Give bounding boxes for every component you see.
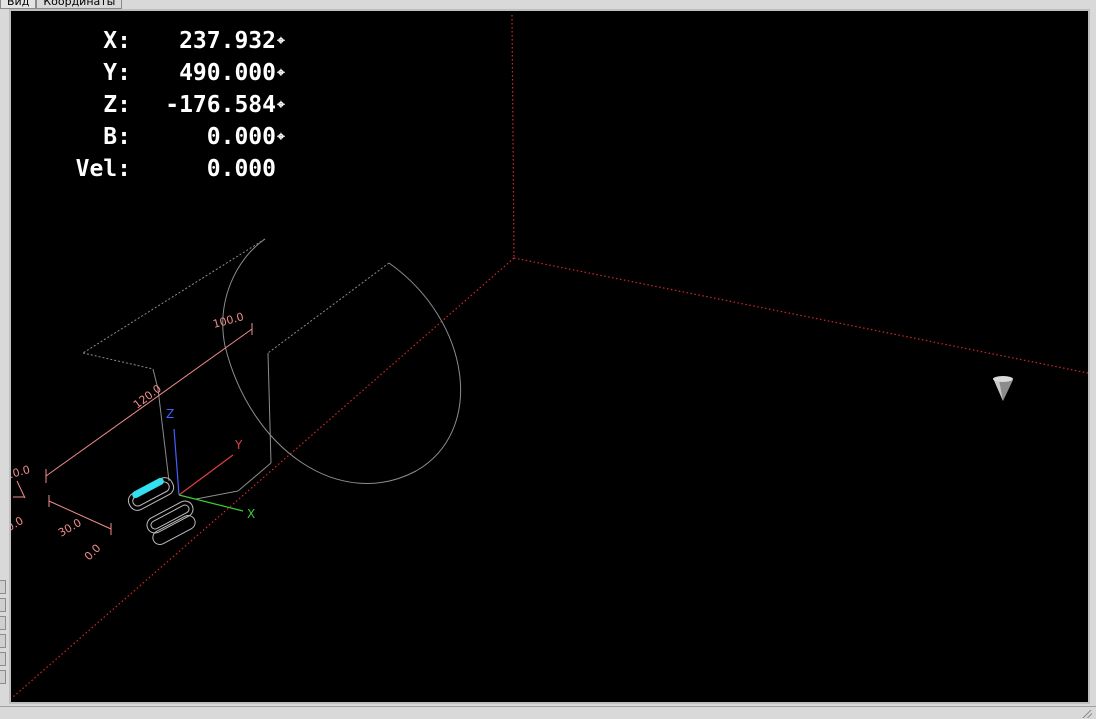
side-tab-stub[interactable] [0,616,6,630]
dro-row-y: Y: 490.000 ⌖ [51,57,291,89]
tab-view[interactable]: Вид [0,0,37,9]
axis-y-line [178,454,234,496]
homed-icon: ⌖ [277,129,285,145]
tool-body-base [152,514,196,546]
dro-axis-label: Z: [103,92,131,118]
path-segment [157,388,170,482]
dro-value: 490.000 [179,60,276,86]
dro-value: 0.000 [206,156,276,182]
axis-y-label: Y [234,438,243,452]
path-segment [82,352,154,370]
origin-axes [173,428,244,512]
toolpath-outline [82,238,462,500]
status-bar [0,706,1096,719]
side-tab-stub[interactable] [0,652,6,666]
dim-label-zero: 0.0 [82,542,104,564]
dro-value: -176.584 [165,92,276,118]
3d-preview-viewport[interactable]: 100.0 120.0 10.0 80.0 30.0 0.0 Z Y X X: … [9,9,1090,704]
dro-row-b: B: 0.000 ⌖ [51,121,291,153]
axis-z-label: Z [166,407,174,421]
dro-row-velocity: Vel: 0.000 [51,153,291,185]
tool-cone-icon [993,376,1013,401]
dro-axis-label: X: [103,28,131,54]
dimension-labels: 100.0 120.0 10.0 80.0 30.0 0.0 [11,310,245,563]
path-segment [237,462,272,492]
homed-icon: ⌖ [277,97,285,113]
side-tab-stub[interactable] [0,580,6,594]
axis-z-line [173,428,180,496]
dro-axis-label: B: [103,124,131,150]
limit-edge-vertical [511,14,515,259]
arc-path [222,238,462,484]
path-segment [82,238,266,354]
dim-label-left-a: 10.0 [11,463,31,482]
dro-row-x: X: 237.932 ⌖ [51,25,291,57]
dim-label-bottom: 30.0 [56,516,84,540]
dim-line-left [16,480,26,499]
tool-wireframe [127,477,196,546]
dro-row-z: Z: -176.584 ⌖ [51,89,291,121]
path-segment [195,490,239,500]
dro-mark-empty [276,153,291,185]
side-tab-stub[interactable] [0,598,6,612]
dimension-lines [13,323,253,535]
homed-icon: ⌖ [277,33,285,49]
left-side-strip [0,580,8,700]
dro-value: 0.000 [206,124,276,150]
path-segment [267,352,272,464]
limit-edge-right [513,257,1088,374]
dro-axis-label: Y: [103,60,131,86]
dro-value: 237.932 [179,28,276,54]
position-readout: X: 237.932 ⌖ Y: 490.000 ⌖ Z: -176.584 ⌖ … [51,25,291,185]
resize-grip-icon[interactable] [1082,710,1092,718]
limit-edge-front [12,257,515,698]
dim-label-top: 100.0 [211,310,245,331]
axis-labels: Z Y X [166,407,255,521]
side-tab-stub[interactable] [0,634,6,648]
axis-x-label: X [247,507,255,521]
tab-coordinates[interactable]: Координаты [36,0,123,9]
path-segment [267,262,390,354]
side-tab-stub[interactable] [0,670,6,684]
view-tab-bar: Вид Координаты [0,0,123,9]
homed-icon: ⌖ [277,65,285,81]
dro-axis-label: Vel: [75,156,131,182]
dim-label-left-b: 80.0 [11,514,26,538]
